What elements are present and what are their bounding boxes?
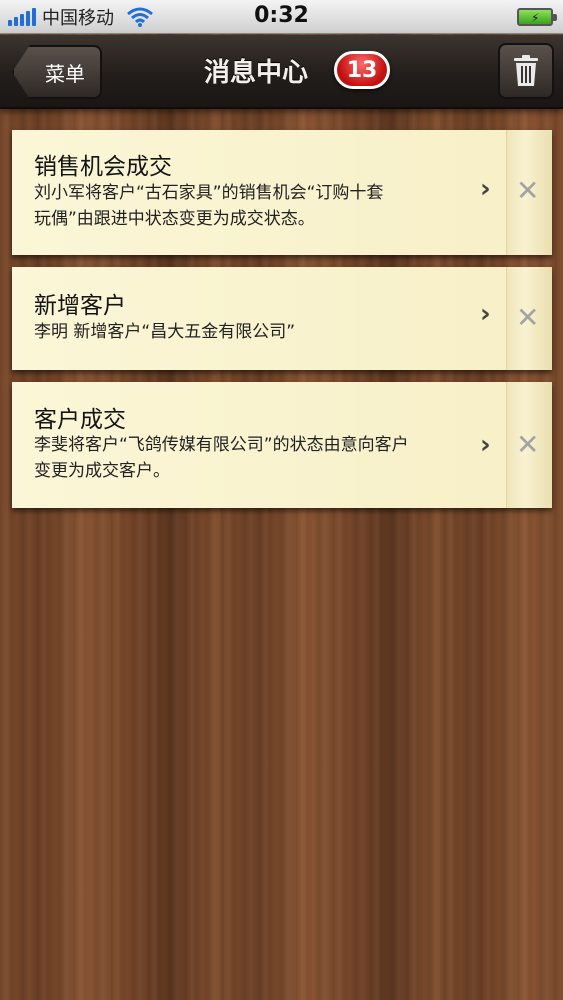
message-body-line: 变更为成交客户。 bbox=[34, 461, 170, 481]
message-list: 销售机会成交 刘小军将客户“古石家具”的销售机会“订购十套 玩偶”由跟进中状态变… bbox=[12, 130, 552, 520]
battery-icon: ⚡ bbox=[517, 8, 557, 26]
close-icon[interactable]: ✕ bbox=[516, 301, 539, 334]
status-bar: 中国移动 0:32 ⚡ bbox=[0, 0, 563, 34]
message-body: 刘小军将客户“古石家具”的销售机会“订购十套 玩偶”由跟进中状态变更为成交状态。 bbox=[34, 180, 474, 232]
chevron-right-icon[interactable]: › bbox=[480, 174, 491, 204]
message-card[interactable]: 客户成交 李斐将客户“飞鸽传媒有限公司”的状态由意向客户 变更为成交客户。 › … bbox=[12, 382, 552, 508]
message-body-line: 刘小军将客户“古石家具”的销售机会“订购十套 bbox=[34, 183, 384, 203]
chevron-right-icon[interactable]: › bbox=[480, 299, 491, 329]
message-body: 李明 新增客户“昌大五金有限公司” bbox=[34, 319, 474, 345]
message-title: 客户成交 bbox=[34, 407, 126, 433]
close-icon[interactable]: ✕ bbox=[516, 428, 539, 461]
close-icon[interactable]: ✕ bbox=[516, 174, 539, 207]
carrier-name: 中国移动 bbox=[42, 7, 114, 29]
message-body: 李斐将客户“飞鸽传媒有限公司”的状态由意向客户 变更为成交客户。 bbox=[34, 432, 474, 484]
menu-back-button[interactable]: 菜单 bbox=[12, 45, 102, 99]
unread-count: 13 bbox=[346, 57, 378, 83]
message-card[interactable]: 新增客户 李明 新增客户“昌大五金有限公司” › ✕ bbox=[12, 267, 552, 370]
message-body-line: 玩偶”由跟进中状态变更为成交状态。 bbox=[34, 209, 315, 229]
page-title: 消息中心 bbox=[204, 58, 309, 88]
delete-all-button[interactable] bbox=[498, 43, 554, 99]
unread-count-badge: 13 bbox=[334, 51, 390, 89]
trash-icon bbox=[514, 55, 538, 86]
navigation-bar: 菜单 消息中心 13 bbox=[0, 35, 563, 109]
message-body-line: 李斐将客户“飞鸽传媒有限公司”的状态由意向客户 bbox=[34, 435, 409, 455]
message-title: 新增客户 bbox=[34, 293, 126, 319]
message-body-line: 李明 新增客户“昌大五金有限公司” bbox=[34, 322, 296, 342]
message-title: 销售机会成交 bbox=[34, 154, 172, 180]
message-card[interactable]: 销售机会成交 刘小军将客户“古石家具”的销售机会“订购十套 玩偶”由跟进中状态变… bbox=[12, 130, 552, 255]
signal-strength-icon bbox=[8, 7, 36, 26]
wifi-icon bbox=[127, 7, 153, 27]
chevron-right-icon[interactable]: › bbox=[480, 430, 491, 460]
menu-back-label: 菜单 bbox=[45, 61, 85, 86]
